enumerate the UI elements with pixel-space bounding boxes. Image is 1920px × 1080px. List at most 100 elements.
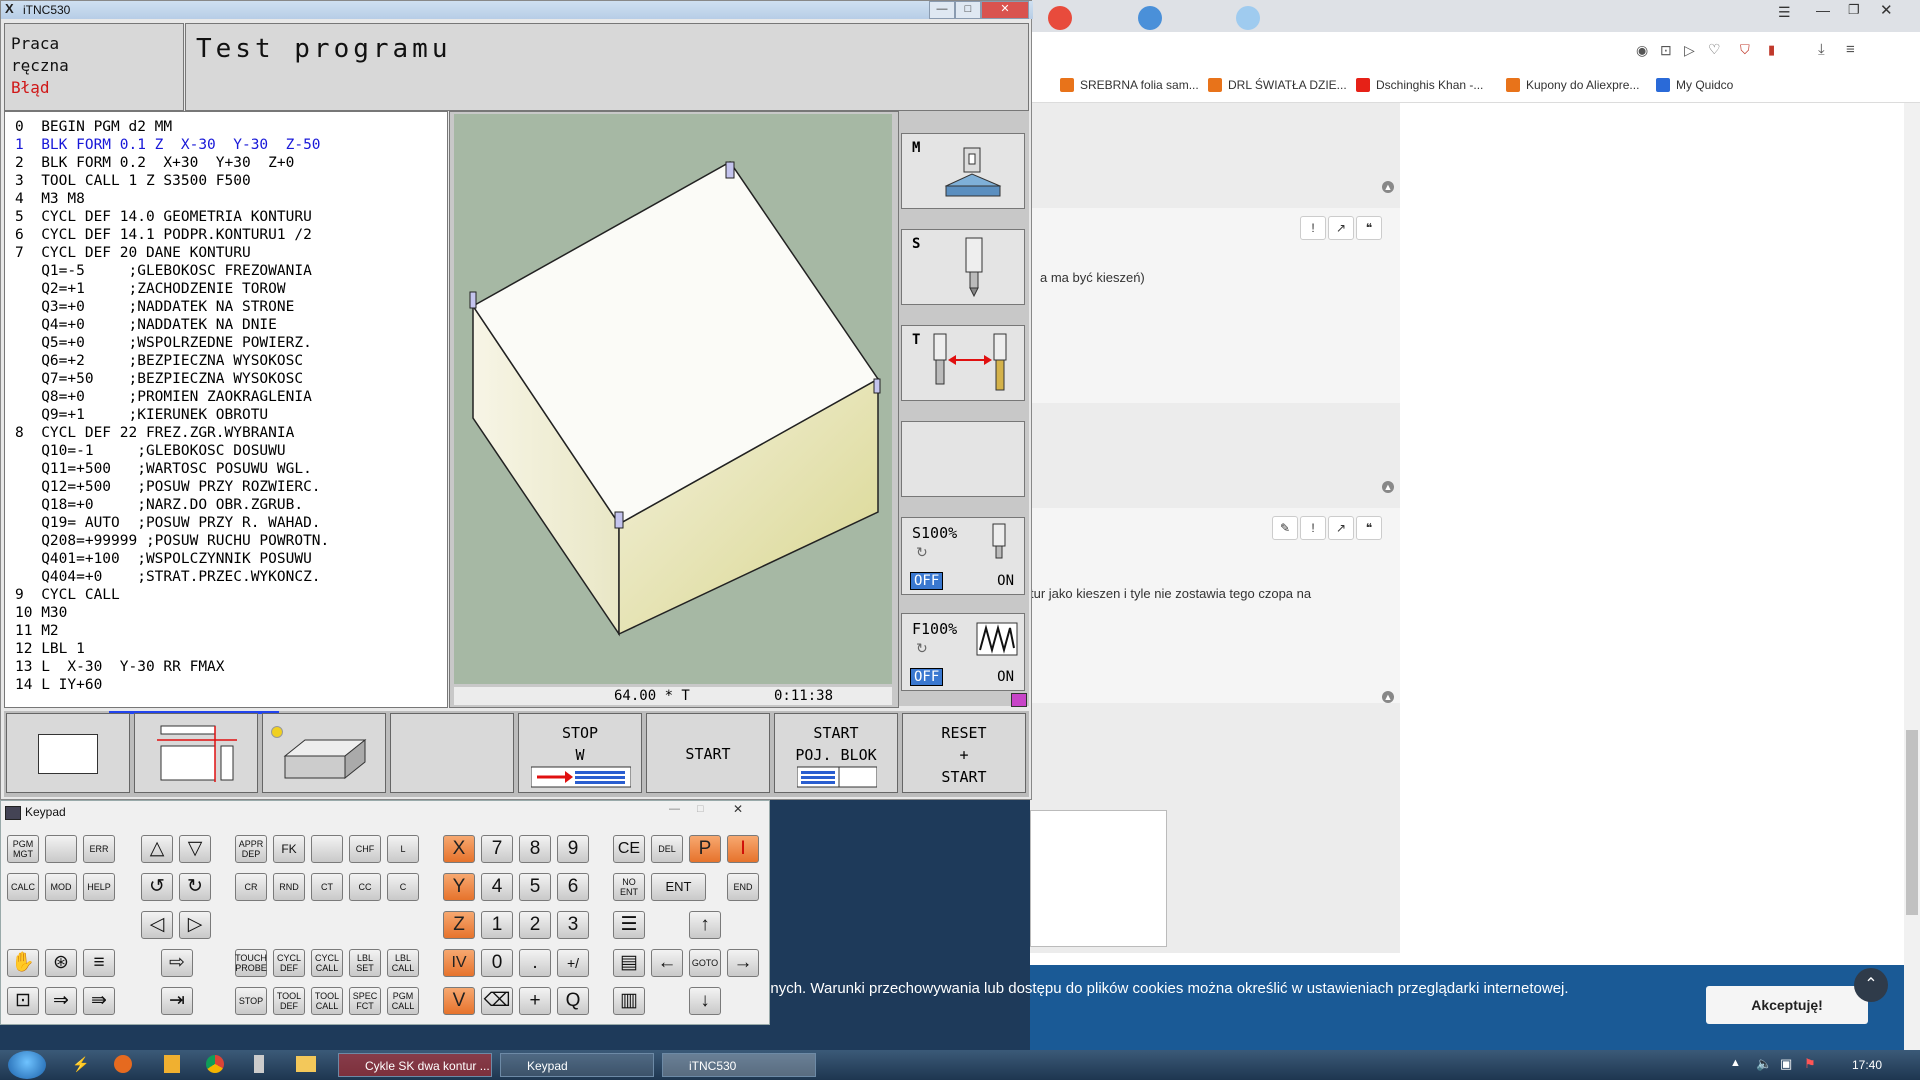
bookmark-item[interactable]: My Quidco <box>1656 78 1733 92</box>
program-line[interactable]: Q4=+0 ;NADDATEK NA DNIE <box>15 316 277 334</box>
blank-key[interactable] <box>45 835 77 863</box>
program-line[interactable]: Q18=+0 ;NARZ.DO OBR.ZGRUB. <box>15 496 303 514</box>
softkey-program-view[interactable] <box>6 713 130 793</box>
feed-off-toggle[interactable]: OFF <box>910 668 944 686</box>
program-line[interactable]: 10 M30 <box>15 604 67 622</box>
download-icon[interactable]: ⤓ <box>1818 41 1825 58</box>
program-line[interactable]: Q19= AUTO ;POSUW PRZY R. WAHAD. <box>15 514 320 532</box>
program-line[interactable]: 0 BEGIN PGM d2 MM <box>15 118 172 136</box>
program-listing[interactable]: 0 BEGIN PGM d2 MM 1 BLK FORM 0.1 Z X-30 Y… <box>4 111 448 708</box>
scroll-up-icon[interactable]: ▲ <box>1382 481 1394 493</box>
lbl-call-key[interactable]: LBL CALL <box>387 949 419 977</box>
itnc-titlebar[interactable]: X iTNC530 — □ ✕ <box>1 1 1033 19</box>
softkey-empty[interactable] <box>390 713 514 793</box>
handwheel-icon[interactable]: ⊛ <box>45 949 77 977</box>
program-line[interactable]: 3 TOOL CALL 1 Z S3500 F500 <box>15 172 251 190</box>
bookmark-item[interactable]: SREBRNA folia sam... <box>1060 78 1199 92</box>
digit-0-key[interactable]: 0 <box>481 949 513 977</box>
minimize-icon[interactable]: — <box>1816 2 1830 18</box>
touch-probe-key[interactable]: TOUCH PROBE <box>235 949 267 977</box>
tab-favicon[interactable] <box>1236 6 1260 30</box>
scroll-top-icon[interactable]: ⌃ <box>1854 968 1888 1002</box>
edit-button[interactable]: ✎ <box>1272 516 1298 540</box>
digit-4-key[interactable]: 4 <box>481 873 513 901</box>
spec-fct-key[interactable]: SPEC FCT <box>349 987 381 1015</box>
report-button[interactable]: ! <box>1300 216 1326 240</box>
spindle-off-toggle[interactable]: OFF <box>910 572 944 590</box>
chf-key[interactable]: CHF <box>349 835 381 863</box>
incremental-i-key[interactable]: I <box>727 835 759 863</box>
taskbar-item-keypad[interactable]: Keypad <box>500 1053 654 1077</box>
program-line[interactable]: 14 L IY+60 <box>15 676 102 694</box>
spindle-on-toggle[interactable]: ON <box>997 573 1014 589</box>
tray-expand-icon[interactable]: ▲ <box>1730 1057 1741 1069</box>
program-line[interactable]: 4 M3 M8 <box>15 190 85 208</box>
digit-6-key[interactable]: 6 <box>557 873 589 901</box>
flag-icon[interactable]: ⚑ <box>1804 1056 1816 1072</box>
bookmark-item[interactable]: Kupony do Aliexpre... <box>1506 78 1639 92</box>
mdi-icon[interactable]: ⊡ <box>7 987 39 1015</box>
axis-iv-key[interactable]: IV <box>443 949 475 977</box>
single-block-icon[interactable]: ≡ <box>83 949 115 977</box>
positioning-icon[interactable]: ⇨ <box>161 949 193 977</box>
camera-icon[interactable]: ◉ <box>1636 42 1648 59</box>
ct-key[interactable]: CT <box>311 873 343 901</box>
feed-on-toggle[interactable]: ON <box>997 669 1014 685</box>
fk-key[interactable]: FK <box>273 835 305 863</box>
share-button[interactable]: ↗ <box>1328 216 1354 240</box>
chrome-icon[interactable] <box>206 1055 224 1073</box>
param-p-key[interactable]: P <box>689 835 721 863</box>
program-line[interactable]: 7 CYCL DEF 20 DANE KONTURU <box>15 244 251 262</box>
no-ent-key[interactable]: NO ENT <box>613 873 645 901</box>
help-key[interactable]: HELP <box>83 873 115 901</box>
app-launcher-icon[interactable]: ⚡ <box>72 1056 89 1073</box>
close-button[interactable]: ✕ <box>733 802 743 816</box>
pgm-mgt-key[interactable]: PGM MGT <box>7 835 39 863</box>
arrow-left-icon[interactable]: ← <box>651 949 683 977</box>
quote-button[interactable]: ❝ <box>1356 516 1382 540</box>
cycl-call-key[interactable]: CYCL CALL <box>311 949 343 977</box>
digit-7-key[interactable]: 7 <box>481 835 513 863</box>
minimize-button[interactable]: — <box>929 1 955 19</box>
test-run-icon[interactable]: ⇥ <box>161 987 193 1015</box>
scroll-up-icon[interactable]: ▲ <box>1382 691 1394 703</box>
axis-z-key[interactable]: Z <box>443 911 475 939</box>
arrow-right-soft-icon[interactable]: ▷ <box>179 911 211 939</box>
program-line[interactable]: 1 BLK FORM 0.1 Z X-30 Y-30 Z-50 <box>15 136 321 154</box>
rotate-ccw-icon[interactable]: ↺ <box>141 873 173 901</box>
lbl-set-key[interactable]: LBL SET <box>349 949 381 977</box>
calc-key[interactable]: CALC <box>7 873 39 901</box>
digit-2-key[interactable]: 2 <box>519 911 551 939</box>
menu-icon[interactable]: ☰ <box>1778 4 1791 21</box>
q-key[interactable]: Q <box>557 987 589 1015</box>
digit-9-key[interactable]: 9 <box>557 835 589 863</box>
manual-hand-icon[interactable]: ✋ <box>7 949 39 977</box>
program-line[interactable]: Q208=+99999 ;POSUW RUCHU POWROTN. <box>15 532 329 550</box>
list-icon[interactable]: ☰ <box>613 911 645 939</box>
machine-view-button[interactable]: M <box>901 133 1025 209</box>
folder-icon[interactable] <box>296 1056 316 1072</box>
softkey-stop-at[interactable]: STOP W <box>518 713 642 793</box>
scroll-up-icon[interactable]: ▲ <box>1382 181 1394 193</box>
usb-icon[interactable] <box>254 1055 264 1073</box>
maximize-button[interactable]: □ <box>955 1 981 19</box>
program-line[interactable]: 13 L X-30 Y-30 RR FMAX <box>15 658 225 676</box>
page-up-icon[interactable]: △ <box>141 835 173 863</box>
tab-favicon[interactable] <box>1138 6 1162 30</box>
spindle-override[interactable]: S100% ↻ OFF ON <box>901 517 1025 595</box>
network-icon[interactable]: ▣ <box>1780 1056 1792 1072</box>
shield-icon[interactable]: ⛉ <box>1740 42 1750 58</box>
program-line[interactable]: Q8=+0 ;PROMIEN ZAOKRAGLENIA <box>15 388 312 406</box>
bookmark-item[interactable]: DRL ŚWIATŁA DZIE... <box>1208 78 1347 92</box>
page-down-icon[interactable]: ▽ <box>179 835 211 863</box>
program-line[interactable]: Q2=+1 ;ZACHODZENIE TOROW <box>15 280 285 298</box>
digit-8-key[interactable]: 8 <box>519 835 551 863</box>
program-line[interactable]: Q3=+0 ;NADDATEK NA STRONE <box>15 298 294 316</box>
goto-key[interactable]: GOTO <box>689 949 721 977</box>
err-key[interactable]: ERR <box>83 835 115 863</box>
rotate-cw-icon[interactable]: ↻ <box>179 873 211 901</box>
tool-def-key[interactable]: TOOL DEF <box>273 987 305 1015</box>
rnd-key[interactable]: RND <box>273 873 305 901</box>
digit-5-key[interactable]: 5 <box>519 873 551 901</box>
softkey-start-single-block[interactable]: START POJ. BLOK <box>774 713 898 793</box>
